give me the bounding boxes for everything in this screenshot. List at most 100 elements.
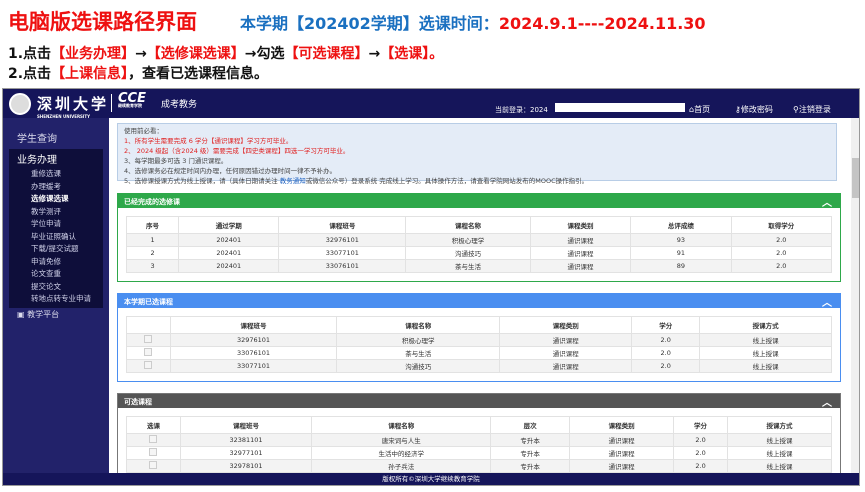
sidebar-business[interactable]: 业务办理 xyxy=(9,151,103,166)
chevron-up-icon[interactable]: ︿ xyxy=(822,394,832,409)
checkbox-cell xyxy=(126,433,181,447)
table-cell: 通识课程 xyxy=(499,333,633,347)
t: 1.点击 xyxy=(8,46,52,62)
column-header xyxy=(126,316,171,334)
sidebar-item[interactable]: 论文查重 xyxy=(9,268,103,281)
table-cell: 1 xyxy=(125,233,180,247)
column-header: 课程班号 xyxy=(169,316,338,334)
term-info: 本学期【202402学期】选课时间：2024.9.1----2024.11.30 xyxy=(240,10,706,34)
home-link[interactable]: ⌂首页 xyxy=(689,104,710,115)
table-cell: 2.0 xyxy=(730,259,833,273)
table-cell: 32976101 xyxy=(169,333,338,347)
course-checkbox[interactable] xyxy=(149,461,158,469)
table-cell: 2.0 xyxy=(673,433,728,447)
university-logo-icon xyxy=(9,93,31,115)
panel-header[interactable]: 可选课程 ︿ xyxy=(118,394,840,409)
available-table: 选课 课程班号 课程名称 层次 课程类别 学分 授课方式 32381101 唐宋词与人生 专升本通… xyxy=(126,416,832,473)
sidebar-item[interactable]: 提交论文 xyxy=(9,281,103,294)
chevron-up-icon[interactable]: ︿ xyxy=(822,194,832,209)
course-checkbox[interactable] xyxy=(149,448,158,456)
panel-header[interactable]: 本学期已选课程 ︿ xyxy=(118,294,840,309)
table-cell: 33076101 xyxy=(169,346,338,360)
panel-header[interactable]: 已经完成的选修课 ︿ xyxy=(118,194,840,209)
sidebar: 学生查询 业务办理 重修选课 办理缓考 选修课选课 教学测评 学位申请 毕业证照确认 下载/… xyxy=(3,118,109,485)
table-cell: 202401 xyxy=(178,233,280,247)
cce-logo: CCE 继续教育学院 xyxy=(118,91,146,109)
column-header: 通过学期 xyxy=(178,216,280,234)
course-checkbox[interactable] xyxy=(144,348,153,356)
table-cell: 通识课程 xyxy=(569,459,675,473)
notice-link[interactable]: 教务通知 xyxy=(280,177,306,185)
course-checkbox[interactable] xyxy=(144,361,153,369)
sidebar-item[interactable]: 学位申请 xyxy=(9,218,103,231)
logout-link[interactable]: ⚲注销登录 xyxy=(793,104,831,115)
table-cell: 线上授课 xyxy=(727,446,832,460)
scrollbar-thumb[interactable] xyxy=(852,158,859,198)
sidebar-item[interactable]: 重修选课 xyxy=(9,168,103,181)
table-cell: 2 xyxy=(125,246,180,260)
table-cell: 茶与生活 xyxy=(336,346,501,360)
logout-label: 注销登录 xyxy=(798,105,831,114)
table-cell: 89 xyxy=(630,259,732,273)
sidebar-business-group: 业务办理 重修选课 办理缓考 选修课选课 教学测评 学位申请 毕业证照确认 下载/提交试题申… xyxy=(9,149,103,308)
scrollbar[interactable] xyxy=(851,118,859,473)
sidebar-item[interactable]: 办理缓考 xyxy=(9,181,103,194)
panel-title: 已经完成的选修课 xyxy=(124,198,180,206)
app-header: 深圳大学 SHENZHEN UNIVERSITY CCE 继续教育学院 成考教务 当… xyxy=(3,89,859,119)
t: → xyxy=(135,46,147,62)
selected-courses-panel: 本学期已选课程 ︿ 课程班号 课程名称 课程类别 学分 授课方式 32976101 积极心理学通… xyxy=(117,293,841,382)
column-header: 选课 xyxy=(126,416,181,434)
panel-title: 可选课程 xyxy=(124,398,152,406)
table-cell: 线上授课 xyxy=(699,333,832,347)
course-checkbox[interactable] xyxy=(149,435,158,443)
table-cell: 32977101 xyxy=(179,446,313,460)
t: 【可选课程】 xyxy=(284,46,369,62)
chevron-up-icon[interactable]: ︿ xyxy=(822,294,832,309)
table-cell: 线上授课 xyxy=(699,346,832,360)
table-cell: 生活中的经济学 xyxy=(311,446,492,460)
available-courses-panel: 可选课程 ︿ 选课 课程班号 课程名称 层次 课程类别 学分 授课方式 32381101 唐宋词与人… xyxy=(117,393,841,473)
panel-title: 本学期已选课程 xyxy=(124,298,173,306)
table-cell: 91 xyxy=(630,246,732,260)
sidebar-item[interactable]: 申请免修 xyxy=(9,256,103,269)
sidebar-student-query[interactable]: 学生查询 xyxy=(3,130,109,145)
sidebar-item[interactable]: 教学测评 xyxy=(9,206,103,219)
divider xyxy=(111,94,112,112)
completed-courses-panel: 已经完成的选修课 ︿ 序号 通过学期 课程班号 课程名称 课程类别 总评成绩 取得学分 1 2024… xyxy=(117,193,841,282)
sidebar-item[interactable]: 选修课选课 xyxy=(9,193,103,206)
school-cn: 深圳大学 xyxy=(37,95,110,113)
table-cell: 通识课程 xyxy=(499,359,633,373)
table-cell: 32976101 xyxy=(278,233,407,247)
table-cell: 线上授课 xyxy=(727,459,832,473)
column-header: 课程名称 xyxy=(405,216,531,234)
table-cell: 通识课程 xyxy=(499,346,633,360)
table-cell: 32381101 xyxy=(179,433,313,447)
column-header: 总评成绩 xyxy=(630,216,732,234)
t: → xyxy=(368,46,381,62)
t: 2.点击 xyxy=(8,66,52,82)
column-header: 学分 xyxy=(631,316,701,334)
table-cell: 专升本 xyxy=(490,446,571,460)
notice-line: 3、每学期最多可选 3 门通识课程。 xyxy=(124,157,228,165)
table-row: 2 202401 33077101 沟通技巧 通识课程 91 2.0 xyxy=(125,246,833,260)
table-cell: 202401 xyxy=(178,259,280,273)
table-cell: 孙子兵法 xyxy=(311,459,492,473)
change-password-link[interactable]: ⚷修改密码 xyxy=(735,104,773,115)
sidebar-item[interactable]: 转地点转专业申请 xyxy=(9,293,103,306)
t: 【选课】 xyxy=(380,46,430,62)
column-header: 课程名称 xyxy=(311,416,492,434)
table-cell: 2.0 xyxy=(730,233,833,247)
sidebar-teaching-platform[interactable]: ▣ 教学平台 xyxy=(3,309,109,320)
sidebar-item[interactable]: 下载/提交试题 xyxy=(9,243,103,256)
table-cell: 93 xyxy=(630,233,732,247)
table-cell: 33077101 xyxy=(169,359,338,373)
table-row: 32976101 积极心理学 通识课程 2.0 线上授课 xyxy=(126,333,832,347)
sidebar-item[interactable]: 毕业证照确认 xyxy=(9,231,103,244)
column-header: 课程名称 xyxy=(336,316,501,334)
notice-line: 5、选修课授课方式为线上授课，请（具体日期请关注 教务通知或微信公众号）登录系统… xyxy=(124,176,830,186)
t: 【选修课选课】 xyxy=(146,46,245,62)
column-header: 课程类别 xyxy=(529,216,632,234)
course-checkbox[interactable] xyxy=(144,335,153,343)
table-cell: 202401 xyxy=(178,246,280,260)
step-1: 1.点击【业务办理】→【选修课选课】→勾选【可选课程】→【选课】。 xyxy=(8,44,443,64)
